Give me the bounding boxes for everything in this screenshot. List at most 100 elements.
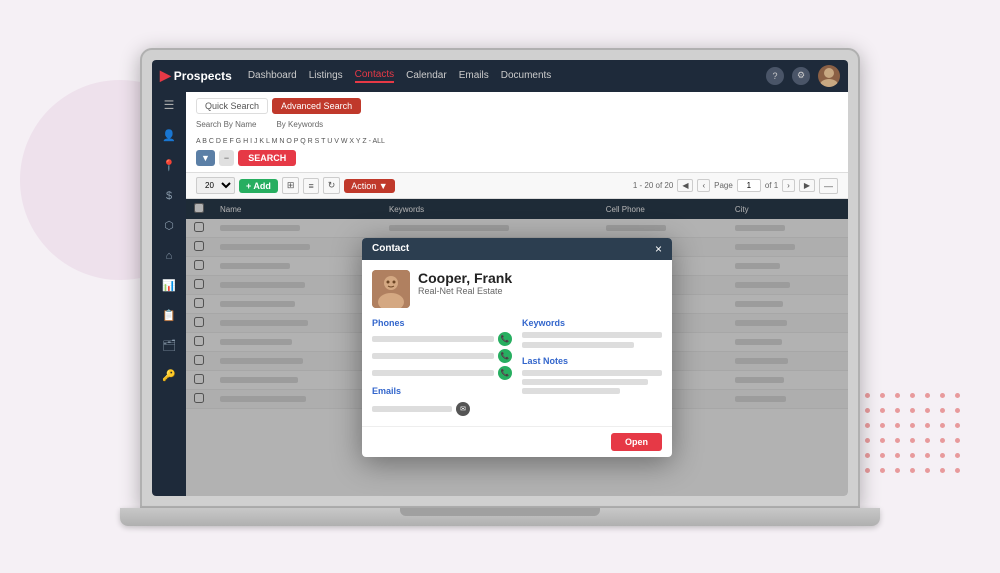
- search-fields-row: Search By Name By Keywords: [196, 120, 838, 131]
- phone-row-3: 📞: [372, 366, 512, 380]
- modal-header: Contact ×: [362, 238, 672, 260]
- nav-logo: ▶ Prospects: [160, 67, 232, 84]
- keyword-bar-2: [522, 342, 634, 348]
- email-icon[interactable]: ✉: [456, 402, 470, 416]
- search-button[interactable]: SEARCH: [238, 150, 296, 166]
- sidebar-icon-files[interactable]: 🗂: [159, 336, 179, 356]
- grid-view-btn[interactable]: ⊞: [282, 177, 300, 194]
- phone-row-2: 📞: [372, 349, 512, 363]
- modal-col-right: Keywords Last Notes: [522, 318, 662, 416]
- sidebar-icon-chart[interactable]: 📊: [159, 276, 179, 296]
- records-per-page-select[interactable]: 20: [196, 177, 235, 194]
- settings-icon[interactable]: ⚙: [792, 67, 810, 85]
- contact-avatar-img: [372, 270, 410, 308]
- modal-footer: Open: [362, 426, 672, 457]
- add-button[interactable]: + Add: [239, 179, 278, 193]
- sidebar-icon-hex[interactable]: ⬡: [159, 216, 179, 236]
- search-tabs: Quick Search Advanced Search: [196, 98, 838, 114]
- logo-text: Prospects: [174, 69, 232, 83]
- logo-icon: ▶: [160, 67, 171, 84]
- app-container: ▶ Prospects Dashboard Listings Contacts …: [152, 60, 848, 496]
- search-by-name-label: Search By Name: [196, 120, 256, 129]
- contact-info: Cooper, Frank Real-Net Real Estate: [418, 270, 512, 296]
- modal-overlay: Contact ×: [186, 199, 848, 495]
- list-view-btn[interactable]: ≡: [303, 178, 318, 194]
- screen-frame: ▶ Prospects Dashboard Listings Contacts …: [140, 48, 860, 508]
- contact-avatar: [372, 270, 410, 308]
- email-row: ✉: [372, 402, 512, 416]
- modal-title: Contact: [372, 243, 409, 254]
- phones-label: Phones: [372, 318, 512, 328]
- search-by-name-group: Search By Name: [196, 120, 256, 131]
- email-bar: [372, 406, 452, 412]
- action-button[interactable]: Action ▼: [344, 179, 394, 193]
- minus-btn[interactable]: −: [219, 150, 234, 166]
- top-nav: ▶ Prospects Dashboard Listings Contacts …: [152, 60, 848, 92]
- collapse-btn[interactable]: —: [819, 178, 838, 194]
- phone-icon-1[interactable]: 📞: [498, 332, 512, 346]
- advanced-search-tab[interactable]: Advanced Search: [272, 98, 361, 114]
- nav-items: Dashboard Listings Contacts Calendar Ema…: [248, 69, 766, 83]
- table-container: Name Keywords Cell Phone City: [186, 199, 848, 495]
- modal-close-button[interactable]: ×: [655, 243, 662, 255]
- sidebar: ☰ 👤 📍 $ ⬡ ⌂ 📊 📋 🗂 🔑: [152, 92, 186, 496]
- modal-col-left: Phones 📞 📞: [372, 318, 512, 416]
- app-screen: ▶ Prospects Dashboard Listings Contacts …: [152, 60, 848, 496]
- sidebar-icon-reports[interactable]: 📋: [159, 306, 179, 326]
- contact-modal: Contact ×: [362, 238, 672, 457]
- keywords-section-label: Keywords: [522, 318, 662, 328]
- prev-page-btn[interactable]: ◀: [677, 179, 693, 192]
- help-icon[interactable]: ?: [766, 67, 784, 85]
- contact-name: Cooper, Frank: [418, 270, 512, 286]
- sidebar-hamburger[interactable]: ☰: [164, 98, 175, 112]
- sidebar-icon-key[interactable]: 🔑: [159, 366, 179, 386]
- alpha-bar: A B C D E F G H I J K L M N O P Q R S T …: [196, 137, 838, 147]
- refresh-btn[interactable]: ↻: [323, 177, 341, 194]
- phone-icon-2[interactable]: 📞: [498, 349, 512, 363]
- nav-dashboard[interactable]: Dashboard: [248, 70, 297, 81]
- emails-label: Emails: [372, 386, 512, 396]
- contact-title: Real-Net Real Estate: [418, 286, 512, 296]
- nav-emails[interactable]: Emails: [459, 70, 489, 81]
- notes-bar-3: [522, 388, 620, 394]
- laptop-base: [120, 508, 880, 526]
- contact-header: Cooper, Frank Real-Net Real Estate: [372, 270, 662, 308]
- nav-listings[interactable]: Listings: [309, 70, 343, 81]
- quick-search-tab[interactable]: Quick Search: [196, 98, 268, 114]
- page-number-input[interactable]: [737, 179, 761, 192]
- by-keywords-label: By Keywords: [276, 120, 323, 129]
- dropdown-btn-blue[interactable]: ▼: [196, 150, 215, 166]
- notes-bar-1: [522, 370, 662, 376]
- nav-calendar[interactable]: Calendar: [406, 70, 447, 81]
- main-content: ☰ 👤 📍 $ ⬡ ⌂ 📊 📋 🗂 🔑: [152, 92, 848, 496]
- toolbar: 20 + Add ⊞ ≡ ↻ Action ▼ 1 - 20 of 20 ◀ ‹…: [186, 173, 848, 199]
- open-button[interactable]: Open: [611, 433, 662, 451]
- alpha-chars: A B C D E F G H I J K L M N O P Q R S T …: [196, 137, 385, 147]
- by-keywords-group: By Keywords: [276, 120, 323, 131]
- prev-btn[interactable]: ‹: [697, 179, 710, 192]
- keyword-bar-1: [522, 332, 662, 338]
- sidebar-icon-person[interactable]: 👤: [159, 126, 179, 146]
- of-label: of 1: [765, 181, 778, 190]
- phone-row-1: 📞: [372, 332, 512, 346]
- user-avatar[interactable]: [818, 65, 840, 87]
- laptop-frame: ▶ Prospects Dashboard Listings Contacts …: [120, 48, 880, 526]
- pagination-info: 1 - 20 of 20: [633, 181, 673, 190]
- sidebar-icon-home[interactable]: ⌂: [159, 246, 179, 266]
- last-notes-section-label: Last Notes: [522, 356, 662, 366]
- modal-columns: Phones 📞 📞: [372, 318, 662, 416]
- sidebar-icon-pin[interactable]: 📍: [159, 156, 179, 176]
- phone-icon-3[interactable]: 📞: [498, 366, 512, 380]
- content-area: Quick Search Advanced Search Search By N…: [186, 92, 848, 496]
- sidebar-icon-dollar[interactable]: $: [159, 186, 179, 206]
- nav-documents[interactable]: Documents: [501, 70, 552, 81]
- notes-bar-2: [522, 379, 648, 385]
- nav-contacts[interactable]: Contacts: [355, 69, 394, 83]
- laptop-base-notch: [400, 508, 600, 516]
- nav-right: ? ⚙: [766, 65, 840, 87]
- next-page-btn[interactable]: ▶: [799, 179, 815, 192]
- next-btn[interactable]: ›: [782, 179, 795, 192]
- search-controls-row: ▼ − SEARCH: [196, 150, 838, 166]
- page-label: Page: [714, 181, 733, 190]
- modal-body: Cooper, Frank Real-Net Real Estate Phone…: [362, 260, 672, 426]
